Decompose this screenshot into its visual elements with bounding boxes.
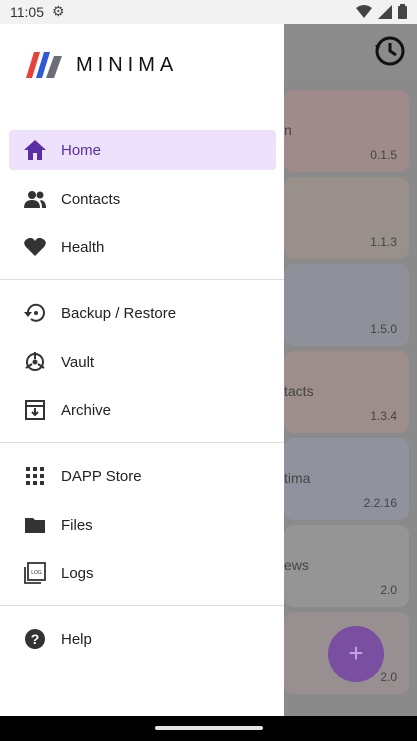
backup-restore-icon (23, 301, 47, 325)
background-app-version: 2.2.16 (363, 496, 397, 510)
drawer-item-logs[interactable]: LOG Logs (9, 553, 276, 593)
drawer-item-label: Health (61, 239, 105, 256)
drawer-item-label: Backup / Restore (61, 305, 177, 322)
drawer-item-label: Contacts (61, 191, 121, 208)
drawer-item-label: Logs (61, 565, 94, 582)
drawer-divider (0, 605, 284, 606)
background-app-card: tima 2.2.16 (284, 438, 409, 520)
background-app-card: tacts 1.3.4 (284, 351, 409, 433)
drawer-item-label: Help (61, 631, 92, 648)
cell-signal-icon (378, 4, 392, 19)
drawer-item-contacts[interactable]: Contacts (9, 179, 276, 219)
background-app-card: ews 2.0 (284, 525, 409, 607)
svg-text:?: ? (31, 631, 40, 647)
heart-icon (23, 235, 47, 259)
status-bar: 11:05 ⚙ (0, 0, 417, 24)
contacts-icon (23, 187, 47, 211)
wifi-icon (356, 4, 372, 18)
logs-icon: LOG (23, 561, 47, 585)
brand-wordmark: MINIMA (76, 53, 179, 76)
archive-icon (23, 398, 47, 422)
drawer-divider (0, 279, 284, 280)
logs-icon-text: LOG (31, 570, 42, 576)
status-icons (356, 4, 407, 19)
navigation-drawer: MINIMA Home Contacts Health Backup / Restor… (0, 24, 284, 716)
drawer-item-dapp-store[interactable]: DAPP Store (9, 456, 276, 496)
drawer-item-label: Archive (61, 402, 112, 419)
drawer-item-label: Files (61, 517, 93, 534)
drawer-item-health[interactable]: Health (9, 227, 276, 267)
drawer-item-label: Vault (61, 354, 95, 371)
gear-icon: ⚙ (52, 3, 65, 19)
background-app-list: n 0.1.5 1.1.3 1.5.0 tacts 1.3.4 tima 2.2.16 ews 2… (284, 24, 417, 716)
drawer-item-archive[interactable]: Archive (9, 390, 276, 430)
background-app-version: 0.1.5 (370, 148, 397, 162)
clock-history-icon (375, 36, 405, 66)
home-gesture-pill[interactable] (155, 726, 263, 730)
folder-icon (23, 513, 47, 537)
background-app-name: tacts (284, 383, 314, 399)
system-navigation-bar (0, 716, 417, 741)
drawer-item-label: DAPP Store (61, 468, 142, 485)
background-app-card: 1.5.0 (284, 264, 409, 346)
background-app-name: n (284, 122, 292, 138)
background-app-version: 1.1.3 (370, 235, 397, 249)
background-app-card: 1.1.3 (284, 177, 409, 259)
status-time: 11:05 (10, 4, 44, 20)
minima-logo-mark (26, 52, 62, 78)
grid-icon (23, 464, 47, 488)
background-app-version: 1.5.0 (370, 322, 397, 336)
background-app-card: n 0.1.5 (284, 90, 409, 172)
drawer-item-help[interactable]: ? Help (9, 619, 276, 659)
vault-icon (23, 350, 47, 374)
background-app-name: tima (284, 470, 311, 486)
help-icon: ? (23, 627, 47, 651)
home-icon (23, 138, 47, 162)
drawer-item-home[interactable]: Home (9, 130, 276, 170)
add-button[interactable]: + (328, 626, 384, 682)
drawer-item-vault[interactable]: Vault (9, 342, 276, 382)
background-app-version: 1.3.4 (370, 409, 397, 423)
background-app-name: ews (284, 557, 309, 573)
minima-logo: MINIMA (24, 48, 178, 82)
background-app-version: 2.0 (380, 670, 397, 684)
background-app-version: 2.0 (380, 583, 397, 597)
drawer-item-files[interactable]: Files (9, 505, 276, 545)
drawer-item-label: Home (61, 142, 102, 159)
battery-icon (398, 4, 407, 19)
drawer-divider (0, 442, 284, 443)
drawer-item-backup-restore[interactable]: Backup / Restore (9, 293, 276, 333)
